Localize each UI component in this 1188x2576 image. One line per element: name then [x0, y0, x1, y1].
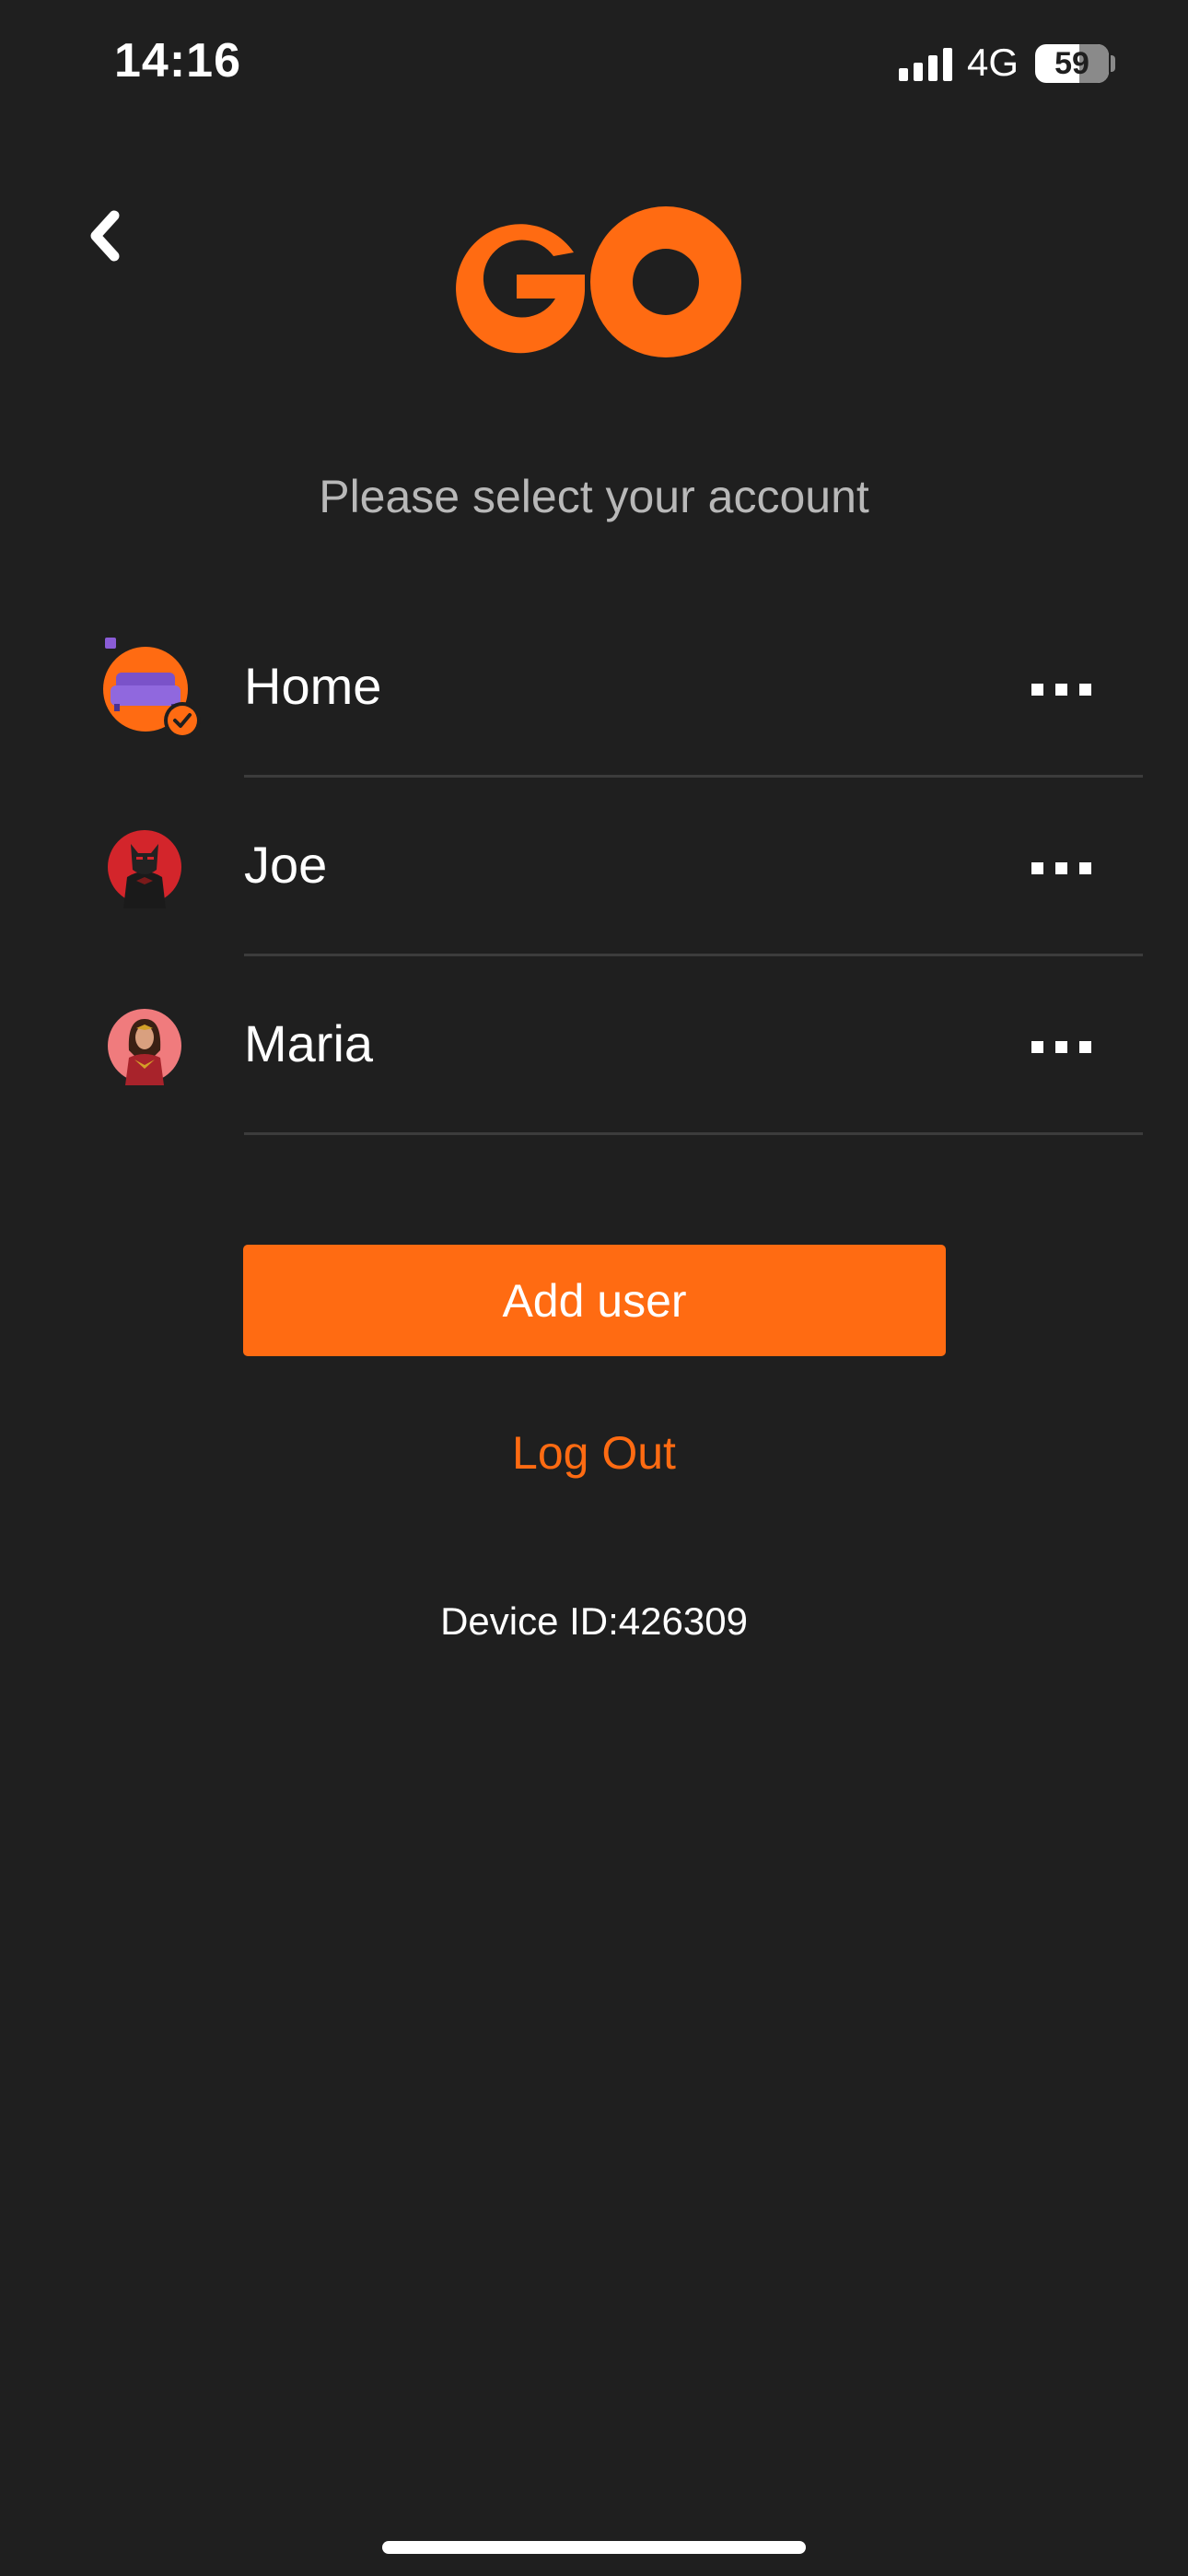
- back-button[interactable]: [79, 203, 138, 269]
- account-name: Maria: [244, 1014, 374, 1072]
- status-time: 14:16: [114, 34, 241, 88]
- more-icon: [1031, 684, 1043, 696]
- page-title: Please select your account: [319, 471, 869, 522]
- sofa-avatar: [103, 638, 201, 739]
- more-button[interactable]: [1022, 673, 1105, 709]
- battery-icon: 59: [1035, 44, 1109, 83]
- go-logo: [447, 205, 743, 359]
- account-name: Joe: [244, 836, 328, 894]
- account-row-home[interactable]: Home: [0, 599, 1188, 778]
- account-row-maria[interactable]: Maria: [0, 956, 1188, 1135]
- more-icon: [1031, 862, 1043, 874]
- account-name: Home: [244, 657, 382, 715]
- network-type: 4G: [967, 41, 1019, 84]
- device-id: Device ID:426309: [440, 1599, 748, 1643]
- status-bar: 14:16 4G 59: [0, 0, 1188, 129]
- account-row-joe[interactable]: Joe: [0, 778, 1188, 956]
- batman-avatar: [103, 825, 186, 908]
- battery-level: 59: [1054, 46, 1089, 81]
- home-indicator[interactable]: [382, 2541, 806, 2554]
- account-list: Home Joe Maria: [0, 599, 1188, 1135]
- more-icon: [1031, 1041, 1043, 1053]
- logout-link[interactable]: Log Out: [0, 1426, 1188, 1480]
- signal-strength-icon: [899, 46, 954, 81]
- more-button[interactable]: [1022, 1030, 1105, 1067]
- row-divider: [244, 1132, 1143, 1135]
- more-button[interactable]: [1022, 851, 1105, 888]
- battery-tip: [1111, 55, 1115, 72]
- add-user-button[interactable]: Add user: [243, 1245, 946, 1356]
- chevron-left-icon: [90, 210, 120, 262]
- wonder-woman-avatar: [103, 1004, 186, 1087]
